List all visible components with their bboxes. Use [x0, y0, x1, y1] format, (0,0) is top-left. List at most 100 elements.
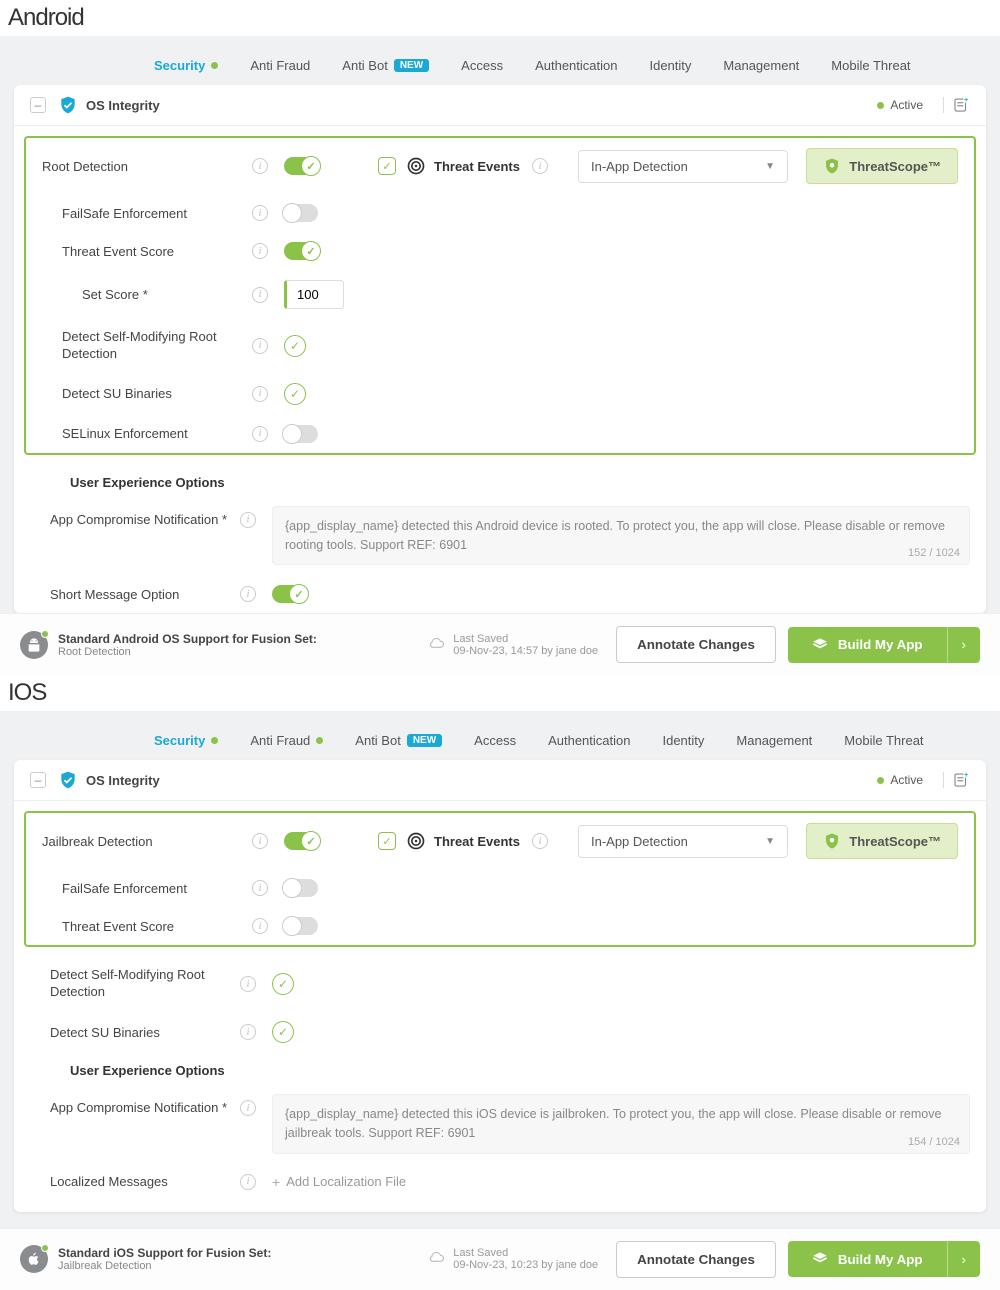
- tab-anti-fraud[interactable]: Anti Fraud: [250, 733, 323, 748]
- threat-score-label: Threat Event Score: [42, 919, 252, 934]
- tab-anti-bot[interactable]: Anti BotNEW: [355, 733, 442, 748]
- su-bin-label: Detect SU Binaries: [30, 1025, 240, 1040]
- notif-label: App Compromise Notification *: [30, 1094, 240, 1115]
- caret-down-icon: ▼: [765, 836, 775, 847]
- tab-access[interactable]: Access: [461, 58, 503, 73]
- add-note-icon[interactable]: +: [952, 96, 970, 114]
- self-mod-check[interactable]: ✓: [272, 973, 294, 995]
- add-note-icon[interactable]: +: [952, 771, 970, 789]
- root-detection-toggle[interactable]: [284, 157, 318, 175]
- feature-highlight-box: Jailbreak Detection i ✓ Threat Events i …: [24, 811, 976, 947]
- threat-score-toggle[interactable]: [284, 242, 318, 260]
- info-icon[interactable]: i: [240, 1174, 256, 1190]
- plus-icon: +: [272, 1174, 280, 1190]
- tab-security[interactable]: Security: [154, 58, 218, 73]
- root-detection-label: Root Detection: [42, 159, 252, 174]
- shield-check-icon: [58, 770, 78, 790]
- tab-authentication[interactable]: Authentication: [535, 58, 617, 73]
- info-icon[interactable]: i: [240, 1024, 256, 1040]
- threat-events-label: Threat Events: [434, 834, 520, 849]
- tab-bar: Security Anti Fraud Anti BotNEW Access A…: [14, 723, 986, 760]
- info-icon[interactable]: i: [252, 386, 268, 402]
- build-app-button[interactable]: Build My App ›: [788, 1241, 980, 1277]
- info-icon[interactable]: i: [252, 880, 268, 896]
- info-icon[interactable]: i: [252, 833, 268, 849]
- tab-identity[interactable]: Identity: [649, 58, 691, 73]
- info-icon[interactable]: i: [252, 158, 268, 174]
- short-msg-toggle[interactable]: [272, 585, 306, 603]
- footer-title: Standard iOS Support for Fusion Set:: [58, 1246, 271, 1260]
- status-dot-icon: [41, 630, 49, 638]
- tab-mobile-threat[interactable]: Mobile Threat: [844, 733, 923, 748]
- new-badge: NEW: [407, 734, 442, 747]
- self-mod-check[interactable]: ✓: [284, 335, 306, 357]
- tab-anti-fraud[interactable]: Anti Fraud: [250, 58, 310, 73]
- divider: [943, 97, 944, 113]
- status-dot-icon: [41, 1244, 49, 1252]
- info-icon[interactable]: i: [240, 586, 256, 602]
- selinux-toggle[interactable]: [284, 425, 318, 443]
- tab-management[interactable]: Management: [723, 58, 799, 73]
- jailbreak-detection-toggle[interactable]: [284, 832, 318, 850]
- info-icon[interactable]: i: [252, 243, 268, 259]
- status-badge: Active: [877, 98, 923, 112]
- score-input[interactable]: [284, 280, 344, 309]
- new-badge: NEW: [394, 59, 429, 72]
- failsafe-toggle[interactable]: [284, 879, 318, 897]
- threat-events-check[interactable]: ✓: [378, 832, 396, 850]
- info-icon[interactable]: i: [252, 287, 268, 303]
- detection-select[interactable]: In-App Detection▼: [578, 150, 788, 183]
- build-app-button[interactable]: Build My App ›: [788, 627, 980, 663]
- info-icon[interactable]: i: [240, 976, 256, 992]
- threat-score-toggle[interactable]: [284, 917, 318, 935]
- cloud-sync-icon: [427, 636, 445, 654]
- target-icon: [406, 156, 426, 176]
- android-footer: Standard Android OS Support for Fusion S…: [0, 613, 1000, 675]
- selinux-label: SELinux Enforcement: [42, 426, 252, 441]
- cloud-sync-icon: [427, 1250, 445, 1268]
- threat-events-check[interactable]: ✓: [378, 157, 396, 175]
- threatscope-button[interactable]: ThreatScope™: [806, 823, 958, 859]
- self-mod-label: Detect Self-Modifying Root Detection: [42, 329, 252, 363]
- divider: [943, 772, 944, 788]
- info-icon[interactable]: i: [532, 158, 548, 174]
- localized-label: Localized Messages: [30, 1174, 240, 1189]
- collapse-button[interactable]: –: [30, 97, 46, 113]
- tab-management[interactable]: Management: [736, 733, 812, 748]
- tab-anti-bot[interactable]: Anti BotNEW: [342, 58, 429, 73]
- annotate-changes-button[interactable]: Annotate Changes: [616, 626, 776, 663]
- info-icon[interactable]: i: [532, 833, 548, 849]
- add-localization-button[interactable]: +Add Localization File: [272, 1174, 406, 1190]
- notification-textarea[interactable]: {app_display_name} detected this Android…: [272, 506, 970, 566]
- info-icon[interactable]: i: [252, 426, 268, 442]
- su-bin-check[interactable]: ✓: [284, 383, 306, 405]
- ios-panel: Security Anti Fraud Anti BotNEW Access A…: [0, 711, 1000, 1227]
- status-dot-icon: [211, 737, 218, 744]
- failsafe-toggle[interactable]: [284, 204, 318, 222]
- self-mod-label: Detect Self-Modifying Root Detection: [30, 967, 240, 1001]
- os-integrity-card: – OS Integrity Active + Root Detection i…: [14, 85, 986, 613]
- tab-security[interactable]: Security: [154, 733, 218, 748]
- last-saved: Last Saved09-Nov-23, 10:23 by jane doe: [427, 1247, 598, 1271]
- info-icon[interactable]: i: [252, 918, 268, 934]
- tab-mobile-threat[interactable]: Mobile Threat: [831, 58, 910, 73]
- info-icon[interactable]: i: [252, 205, 268, 221]
- failsafe-label: FailSafe Enforcement: [42, 206, 252, 221]
- shield-icon: [823, 157, 841, 175]
- info-icon[interactable]: i: [252, 338, 268, 354]
- status-badge: Active: [877, 773, 923, 787]
- notification-textarea[interactable]: {app_display_name} detected this iOS dev…: [272, 1094, 970, 1154]
- tab-identity[interactable]: Identity: [662, 733, 704, 748]
- os-integrity-card: – OS Integrity Active + Jailbreak Detect…: [14, 760, 986, 1211]
- tab-access[interactable]: Access: [474, 733, 516, 748]
- tab-authentication[interactable]: Authentication: [548, 733, 630, 748]
- threatscope-button[interactable]: ThreatScope™: [806, 148, 958, 184]
- shield-check-icon: [58, 95, 78, 115]
- info-icon[interactable]: i: [240, 512, 256, 528]
- su-bin-check[interactable]: ✓: [272, 1021, 294, 1043]
- info-icon[interactable]: i: [240, 1100, 256, 1116]
- annotate-changes-button[interactable]: Annotate Changes: [616, 1241, 776, 1278]
- detection-select[interactable]: In-App Detection▼: [578, 825, 788, 858]
- collapse-button[interactable]: –: [30, 772, 46, 788]
- apple-icon: [20, 1245, 48, 1273]
